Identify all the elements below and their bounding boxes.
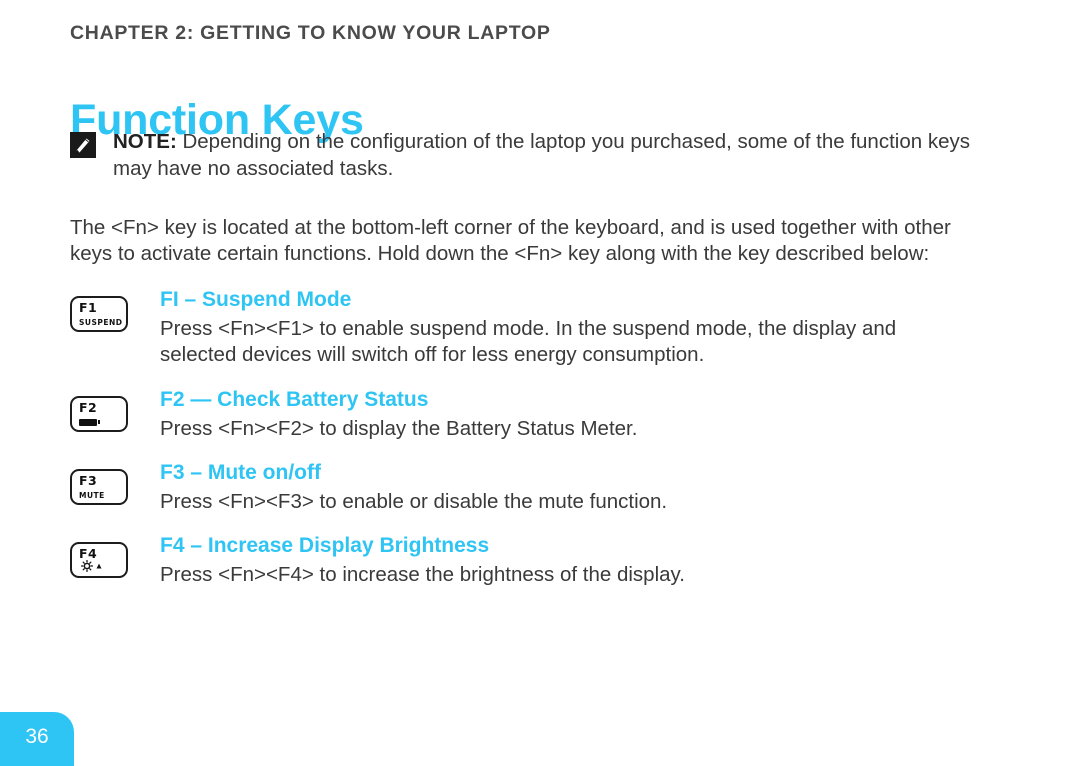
function-key-description: Press <Fn><F1> to enable suspend mode. I… [160,317,897,367]
intro-paragraph: The <Fn> key is located at the bottom-le… [70,215,951,265]
function-key-entry-f1: F1 SUSPEND FI – Suspend Mode Press <Fn><… [70,288,1000,369]
keycap-wrapper-f2: F2 [70,388,160,432]
note-pencil-icon [70,132,96,158]
function-key-heading: FI – Suspend Mode [160,288,352,311]
note-label: NOTE: [113,130,177,153]
keycap-f2-battery-icon: F2 [70,395,128,432]
keycap-label: F4 [79,546,98,562]
keycap-f4-brightness-icon: F4 [70,542,128,579]
function-key-entry-f3: F3 MUTE F3 – Mute on/off Press <Fn><F3> … [70,461,1000,515]
brightness-icon [79,560,105,573]
battery-icon [79,418,100,426]
keycap-label: F1 [79,300,98,315]
function-key-description: Press <Fn><F4> to increase the brightnes… [160,563,685,587]
function-key-heading: F4 – Increase Display Brightness [160,534,490,558]
page-number-badge: 36 [0,712,74,766]
function-key-body-f3: F3 – Mute on/off Press <Fn><F3> to enabl… [160,461,1000,515]
function-key-description: Press <Fn><F2> to display the Battery St… [160,416,638,440]
function-key-body-f1: FI – Suspend Mode Press <Fn><F1> to enab… [160,288,1000,369]
document-page: CHAPTER 2: GETTING TO KNOW YOUR LAPTOP F… [0,0,1080,766]
function-key-list: F1 SUSPEND FI – Suspend Mode Press <Fn><… [70,288,1000,608]
function-key-body-f4: F4 – Increase Display Brightness Press <… [160,534,1000,588]
keycap-sublabel: SUSPEND [79,318,123,327]
note-callout: NOTE: Depending on the configuration of … [70,128,1000,183]
chapter-header: CHAPTER 2: GETTING TO KNOW YOUR LAPTOP [70,22,551,44]
keycap-wrapper-f1: F1 SUSPEND [70,288,160,332]
keycap-sublabel: MUTE [79,490,105,500]
keycap-label: F2 [79,399,98,415]
function-key-description: Press <Fn><F3> to enable or disable the … [160,489,668,513]
keycap-label: F3 [79,472,98,488]
function-key-entry-f4: F4 F4 – Increase Display Brightness Pres… [70,534,1000,588]
keycap-f1-suspend-icon: F1 SUSPEND [70,296,128,332]
keycap-wrapper-f4: F4 [70,534,160,579]
function-key-heading: F2 — Check Battery Status [160,387,429,411]
keycap-f3-mute-icon: F3 MUTE [70,468,128,505]
note-text: NOTE: Depending on the configuration of … [113,128,1000,183]
function-key-entry-f2: F2 F2 — Check Battery Status Press <Fn><… [70,388,1000,442]
keycap-wrapper-f3: F3 MUTE [70,461,160,505]
function-key-heading: F3 – Mute on/off [160,460,321,484]
function-key-body-f2: F2 — Check Battery Status Press <Fn><F2>… [160,388,1000,442]
note-body: Depending on the configuration of the la… [113,130,970,181]
